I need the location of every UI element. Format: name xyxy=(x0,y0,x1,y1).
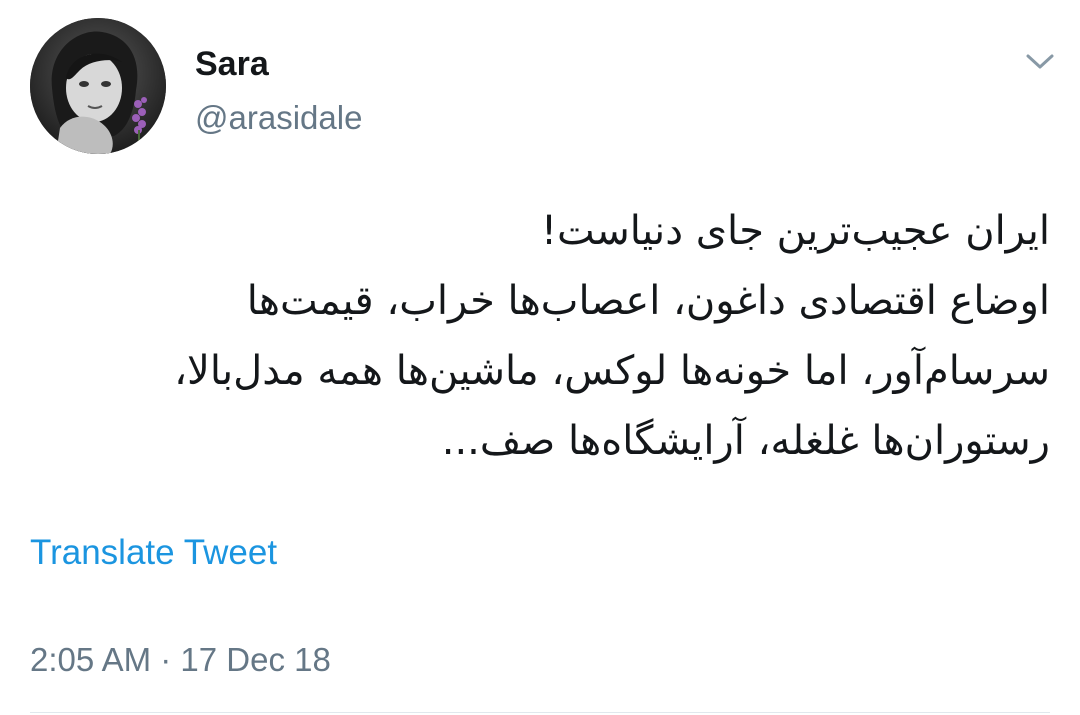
tweet-line: اوضاع اقتصادی داغون، اعصاب‌ها خراب، قیمت… xyxy=(246,278,1050,324)
divider xyxy=(30,712,1050,713)
display-name[interactable]: Sara xyxy=(195,42,269,86)
tweet-card: Sara @arasidale ایران عجیب‌ترین جای دنیا… xyxy=(0,0,1080,715)
translate-tweet-link[interactable]: Translate Tweet xyxy=(30,530,277,576)
chevron-down-icon[interactable] xyxy=(1020,44,1060,78)
tweet-line: سرسام‌آور، اما خونه‌ها لوکس، ماشین‌ها هم… xyxy=(174,348,1050,394)
user-handle[interactable]: @arasidale xyxy=(195,96,362,140)
tweet-line: رستوران‌ها غلغله، آرایشگاه‌ها صف... xyxy=(441,418,1050,464)
tweet-timestamp[interactable]: 2:05 AM · 17 Dec 18 xyxy=(30,638,331,682)
avatar[interactable] xyxy=(30,18,166,154)
tweet-line: ایران عجیب‌ترین جای دنیاست! xyxy=(540,208,1050,254)
avatar-photo xyxy=(30,18,166,154)
tweet-text: ایران عجیب‌ترین جای دنیاست! اوضاع اقتصاد… xyxy=(40,196,1050,476)
